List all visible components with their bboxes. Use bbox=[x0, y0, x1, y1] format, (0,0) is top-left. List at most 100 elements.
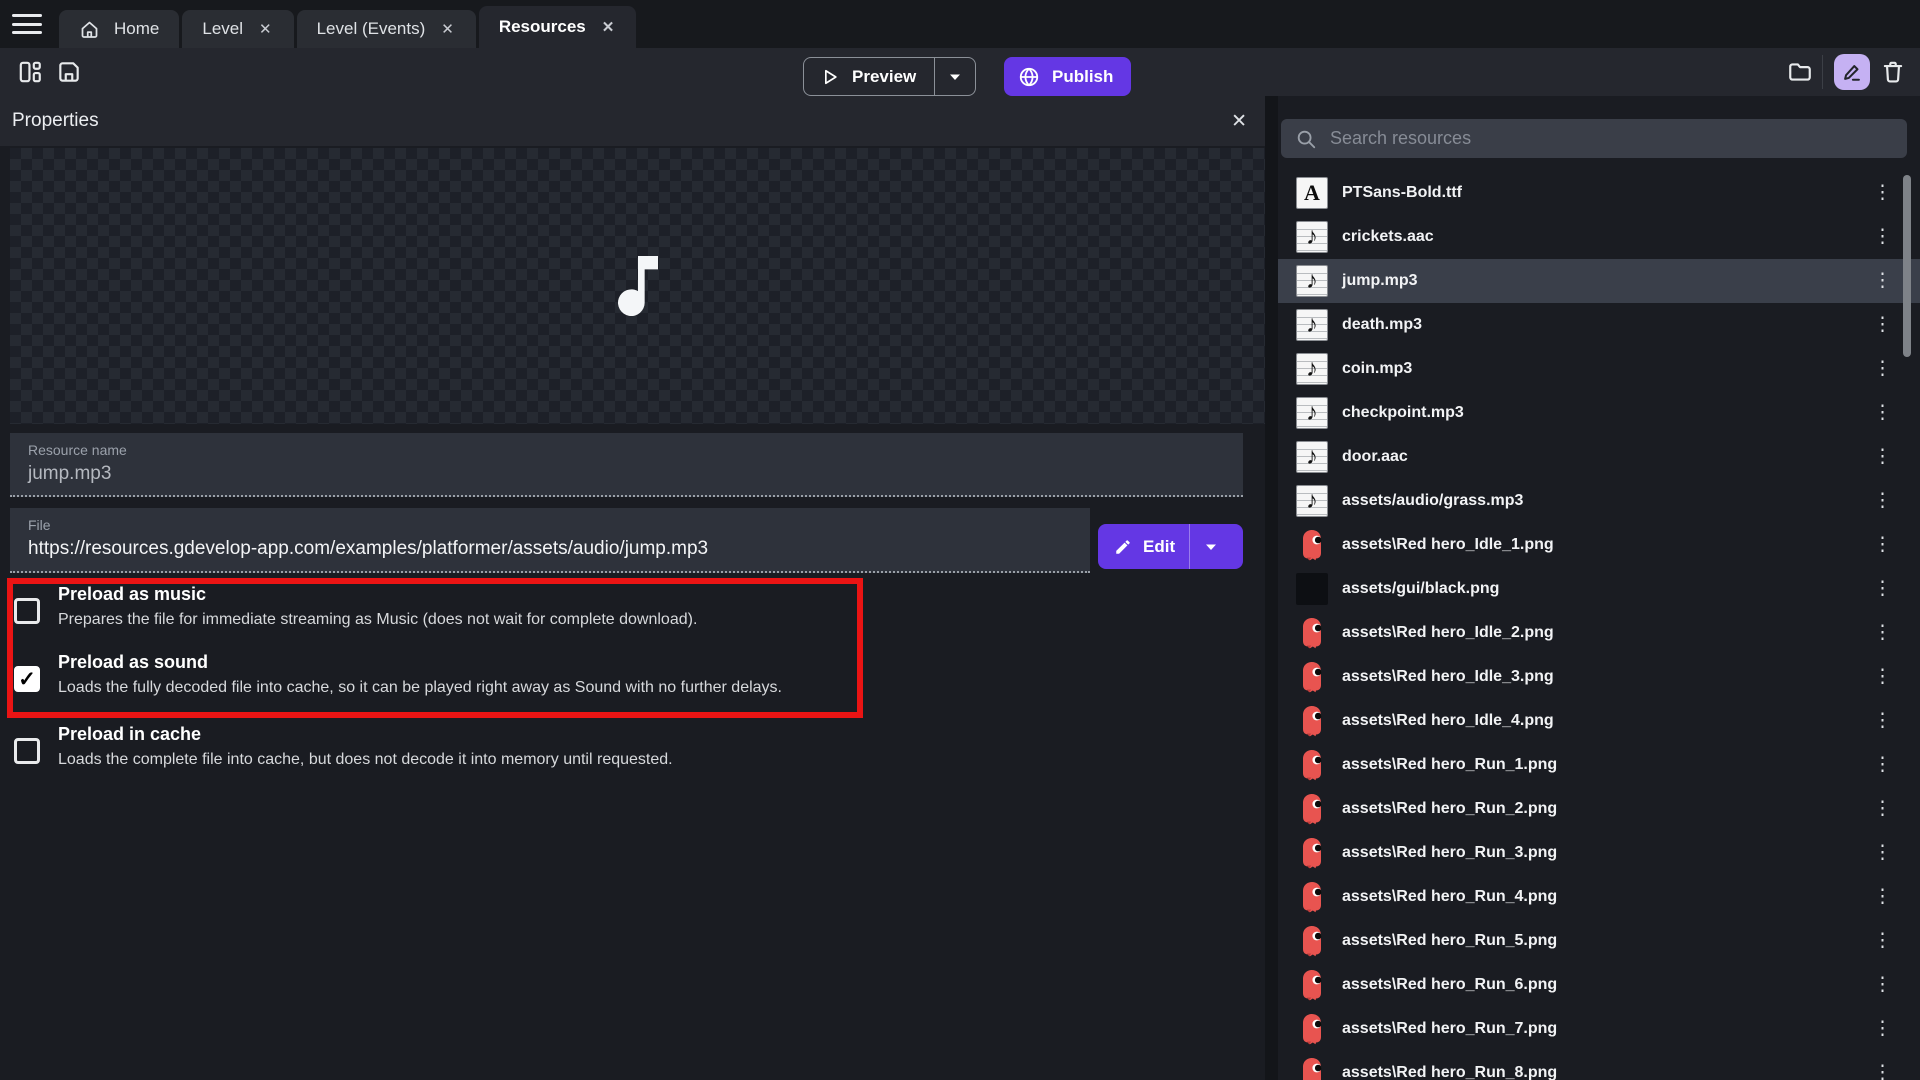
resource-menu-icon[interactable]: ⋮ bbox=[1867, 444, 1898, 471]
tab-label: Level (Events) bbox=[317, 19, 426, 39]
play-icon bbox=[820, 67, 840, 87]
close-icon[interactable]: ✕ bbox=[1231, 110, 1247, 133]
resource-menu-icon[interactable]: ⋮ bbox=[1867, 884, 1898, 911]
resource-row[interactable]: assets\Red hero_Idle_4.png ⋮ bbox=[1278, 699, 1920, 743]
resource-row[interactable]: assets\Red hero_Idle_1.png ⋮ bbox=[1278, 523, 1920, 567]
resource-menu-icon[interactable]: ⋮ bbox=[1867, 1016, 1898, 1043]
resource-row[interactable]: assets\Red hero_Run_5.png ⋮ bbox=[1278, 919, 1920, 963]
image-thumbnail-icon bbox=[1296, 749, 1328, 781]
image-thumbnail-icon bbox=[1296, 617, 1328, 649]
file-field[interactable]: File https://resources.gdevelop-app.com/… bbox=[10, 508, 1090, 573]
image-thumbnail-icon bbox=[1296, 1013, 1328, 1045]
project-manager-layout-icon[interactable] bbox=[17, 59, 43, 85]
resource-menu-icon[interactable]: ⋮ bbox=[1867, 488, 1898, 515]
edit-mode-icon[interactable] bbox=[1834, 54, 1870, 90]
resource-menu-icon[interactable]: ⋮ bbox=[1867, 796, 1898, 823]
publish-button[interactable]: Publish bbox=[1004, 57, 1131, 96]
audio-file-icon: ♪ bbox=[1296, 221, 1328, 253]
tab-close-icon[interactable]: ✕ bbox=[600, 16, 617, 38]
resource-menu-icon[interactable]: ⋮ bbox=[1867, 356, 1898, 383]
checkbox[interactable] bbox=[14, 738, 40, 764]
resource-name: assets\Red hero_Run_8.png bbox=[1342, 1064, 1557, 1080]
option-description: Prepares the file for immediate streamin… bbox=[58, 611, 697, 629]
resource-menu-icon[interactable]: ⋮ bbox=[1867, 928, 1898, 955]
file-value: https://resources.gdevelop-app.com/examp… bbox=[10, 533, 1090, 560]
resource-row[interactable]: A PTSans-Bold.ttf ⋮ bbox=[1278, 171, 1920, 215]
resource-row[interactable]: assets\Red hero_Run_3.png ⋮ bbox=[1278, 831, 1920, 875]
resource-menu-icon[interactable]: ⋮ bbox=[1867, 576, 1898, 603]
edit-label: Edit bbox=[1143, 537, 1175, 557]
resource-row[interactable]: assets\Red hero_Idle_2.png ⋮ bbox=[1278, 611, 1920, 655]
resource-menu-icon[interactable]: ⋮ bbox=[1867, 180, 1898, 207]
resources-panel: A PTSans-Bold.ttf ⋮ ♪ crickets.aac ⋮ ♪ j… bbox=[1278, 96, 1920, 1080]
editor-tabs: Home Level ✕ Level (Events) ✕ Resources … bbox=[59, 0, 636, 48]
preview-dropdown-button[interactable] bbox=[934, 58, 975, 95]
tab-resources[interactable]: Resources ✕ bbox=[479, 6, 637, 48]
resource-menu-icon[interactable]: ⋮ bbox=[1867, 224, 1898, 251]
resource-row[interactable]: assets\Red hero_Run_7.png ⋮ bbox=[1278, 1007, 1920, 1051]
resource-menu-icon[interactable]: ⋮ bbox=[1867, 532, 1898, 559]
resource-name-field[interactable]: Resource name jump.mp3 bbox=[10, 433, 1243, 497]
tab-close-icon[interactable]: ✕ bbox=[439, 18, 456, 40]
preview-label: Preview bbox=[852, 67, 916, 87]
publish-label: Publish bbox=[1052, 67, 1113, 87]
resource-row[interactable]: ♪ death.mp3 ⋮ bbox=[1278, 303, 1920, 347]
save-icon[interactable] bbox=[56, 59, 82, 85]
folder-icon[interactable] bbox=[1786, 59, 1814, 85]
resource-name: assets\Red hero_Idle_3.png bbox=[1342, 668, 1554, 686]
resource-row[interactable]: assets\Red hero_Run_4.png ⋮ bbox=[1278, 875, 1920, 919]
tab-close-icon[interactable]: ✕ bbox=[257, 18, 274, 40]
resource-menu-icon[interactable]: ⋮ bbox=[1867, 620, 1898, 647]
checkbox[interactable]: ✓ bbox=[14, 666, 40, 692]
tab-label: Level bbox=[202, 19, 243, 39]
preload-option: ✓ Preload as sound Loads the fully decod… bbox=[0, 650, 900, 714]
resource-list: A PTSans-Bold.ttf ⋮ ♪ crickets.aac ⋮ ♪ j… bbox=[1278, 171, 1920, 1080]
image-thumbnail-icon bbox=[1296, 529, 1328, 561]
resource-name: assets/audio/grass.mp3 bbox=[1342, 492, 1523, 510]
resource-menu-icon[interactable]: ⋮ bbox=[1867, 972, 1898, 999]
search-box[interactable] bbox=[1281, 119, 1907, 158]
audio-file-icon: ♪ bbox=[1296, 265, 1328, 297]
resource-row[interactable]: assets\Red hero_Run_2.png ⋮ bbox=[1278, 787, 1920, 831]
main-menu-icon[interactable] bbox=[12, 12, 42, 36]
resource-menu-icon[interactable]: ⋮ bbox=[1867, 752, 1898, 779]
resource-row[interactable]: assets/gui/black.png ⋮ bbox=[1278, 567, 1920, 611]
resource-name: door.aac bbox=[1342, 448, 1408, 466]
preview-button[interactable]: Preview bbox=[803, 57, 976, 96]
resource-row[interactable]: ♪ checkpoint.mp3 ⋮ bbox=[1278, 391, 1920, 435]
tab-home[interactable]: Home bbox=[59, 10, 179, 48]
font-file-icon: A bbox=[1296, 177, 1328, 209]
resource-row[interactable]: ♪ assets/audio/grass.mp3 ⋮ bbox=[1278, 479, 1920, 523]
resource-row[interactable]: ♪ crickets.aac ⋮ bbox=[1278, 215, 1920, 259]
trash-icon[interactable] bbox=[1880, 59, 1906, 85]
option-description: Loads the fully decoded file into cache,… bbox=[58, 679, 782, 697]
resource-row[interactable]: assets\Red hero_Run_6.png ⋮ bbox=[1278, 963, 1920, 1007]
resource-name: jump.mp3 bbox=[1342, 272, 1418, 290]
resource-row[interactable]: ♪ jump.mp3 ⋮ bbox=[1278, 259, 1920, 303]
file-label: File bbox=[10, 508, 1090, 533]
tab-level-events[interactable]: Level (Events) ✕ bbox=[297, 10, 476, 48]
resource-menu-icon[interactable]: ⋮ bbox=[1867, 268, 1898, 295]
resource-menu-icon[interactable]: ⋮ bbox=[1867, 708, 1898, 735]
preload-option: Preload as music Prepares the file for i… bbox=[0, 582, 900, 646]
resource-menu-icon[interactable]: ⋮ bbox=[1867, 664, 1898, 691]
resource-row[interactable]: assets\Red hero_Idle_3.png ⋮ bbox=[1278, 655, 1920, 699]
resource-row[interactable]: assets\Red hero_Run_8.png ⋮ bbox=[1278, 1051, 1920, 1080]
resource-menu-icon[interactable]: ⋮ bbox=[1867, 312, 1898, 339]
resource-menu-icon[interactable]: ⋮ bbox=[1867, 1060, 1898, 1080]
resource-row[interactable]: ♪ door.aac ⋮ bbox=[1278, 435, 1920, 479]
edit-dropdown-button[interactable] bbox=[1189, 524, 1231, 569]
resource-name: assets\Red hero_Run_3.png bbox=[1342, 844, 1557, 862]
scrollbar-thumb[interactable] bbox=[1903, 175, 1911, 357]
search-input[interactable] bbox=[1330, 128, 1907, 149]
resource-menu-icon[interactable]: ⋮ bbox=[1867, 840, 1898, 867]
option-description: Loads the complete file into cache, but … bbox=[58, 751, 673, 769]
tab-level[interactable]: Level ✕ bbox=[182, 10, 293, 48]
image-thumbnail-icon bbox=[1296, 837, 1328, 869]
resource-row[interactable]: ♪ coin.mp3 ⋮ bbox=[1278, 347, 1920, 391]
checkbox[interactable] bbox=[14, 598, 40, 624]
resource-menu-icon[interactable]: ⋮ bbox=[1867, 400, 1898, 427]
edit-button[interactable]: Edit bbox=[1098, 524, 1243, 569]
resource-row[interactable]: assets\Red hero_Run_1.png ⋮ bbox=[1278, 743, 1920, 787]
resource-name: assets\Red hero_Run_6.png bbox=[1342, 976, 1557, 994]
